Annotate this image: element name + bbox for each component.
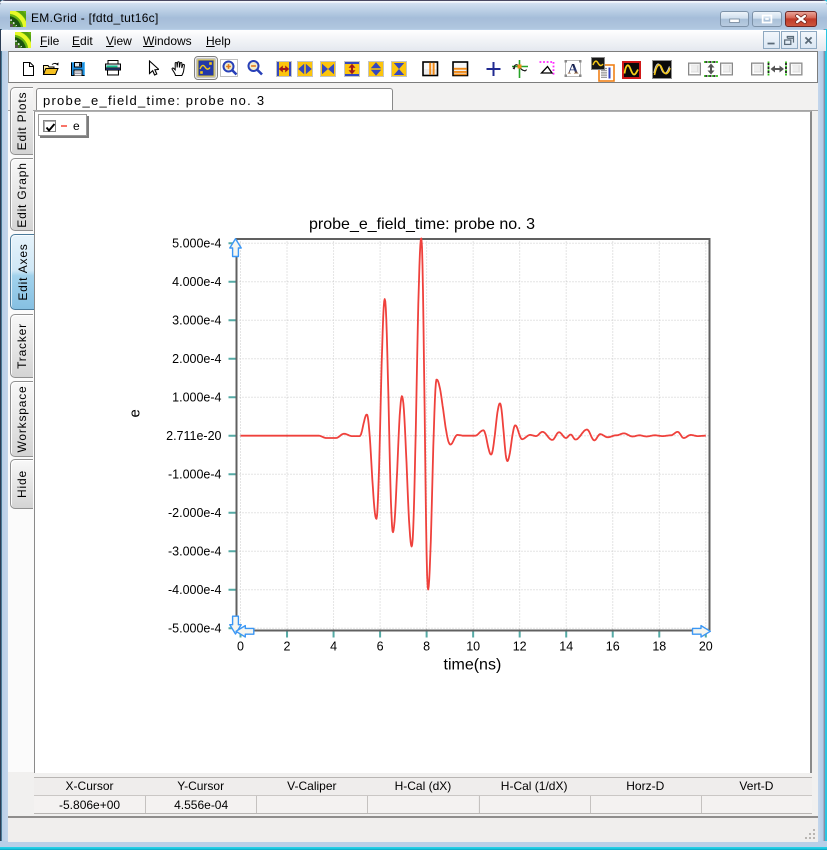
svg-text:4: 4 xyxy=(330,640,337,654)
svg-text:0: 0 xyxy=(237,640,244,654)
svg-text:1.000e-4: 1.000e-4 xyxy=(172,391,221,405)
svg-text:4.000e-4: 4.000e-4 xyxy=(172,275,221,289)
svg-text:-1.000e-4: -1.000e-4 xyxy=(168,468,222,482)
svg-text:14: 14 xyxy=(559,640,573,654)
svg-text:2.711e-20: 2.711e-20 xyxy=(166,429,221,443)
svg-text:-3.000e-4: -3.000e-4 xyxy=(168,545,222,559)
svg-text:2.000e-4: 2.000e-4 xyxy=(172,352,221,366)
svg-text:-5.000e-4: -5.000e-4 xyxy=(168,622,222,636)
svg-text:18: 18 xyxy=(652,640,666,654)
svg-text:16: 16 xyxy=(606,640,620,654)
svg-text:12: 12 xyxy=(513,640,527,654)
svg-text:10: 10 xyxy=(466,640,480,654)
svg-text:2: 2 xyxy=(284,640,291,654)
svg-text:e: e xyxy=(127,409,144,417)
svg-text:-4.000e-4: -4.000e-4 xyxy=(168,583,222,597)
svg-text:3.000e-4: 3.000e-4 xyxy=(172,314,221,328)
svg-text:-2.000e-4: -2.000e-4 xyxy=(168,506,222,520)
svg-text:5.000e-4: 5.000e-4 xyxy=(172,237,221,251)
svg-text:probe_e_field_time: probe no.: probe_e_field_time: probe no. 3 xyxy=(309,216,535,233)
svg-text:8: 8 xyxy=(423,640,430,654)
svg-text:A: A xyxy=(568,62,579,78)
svg-text:time(ns): time(ns) xyxy=(444,656,502,673)
svg-text:6: 6 xyxy=(377,640,384,654)
svg-text:20: 20 xyxy=(699,640,713,654)
